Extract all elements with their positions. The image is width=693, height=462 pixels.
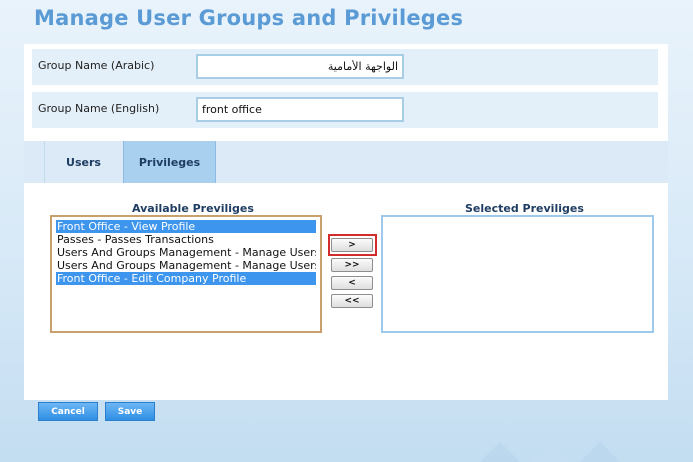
add-all-button[interactable]: >> bbox=[331, 258, 373, 272]
remove-all-button[interactable]: << bbox=[331, 294, 373, 308]
tab-users[interactable]: Users bbox=[44, 141, 122, 183]
tab-bar: Users Privileges bbox=[24, 141, 668, 183]
arabic-name-row: Group Name (Arabic) bbox=[32, 49, 658, 85]
arabic-name-label: Group Name (Arabic) bbox=[38, 59, 155, 72]
remove-button[interactable]: < bbox=[331, 276, 373, 290]
background-arrows-icon bbox=[480, 442, 620, 462]
list-item[interactable]: Front Office - Edit Company Profile bbox=[56, 272, 316, 285]
list-item[interactable]: Users And Groups Management - Manage Use… bbox=[56, 246, 316, 259]
list-item[interactable]: Front Office - View Profile bbox=[56, 220, 316, 233]
main-panel: Group Name (Arabic) Group Name (English)… bbox=[24, 44, 668, 400]
list-item[interactable]: Users And Groups Management - Manage Use… bbox=[56, 259, 316, 272]
page-title: Manage User Groups and Privileges bbox=[34, 6, 464, 30]
english-name-row: Group Name (English) bbox=[32, 92, 658, 128]
available-privileges-list[interactable]: Front Office - View Profile Passes - Pas… bbox=[50, 215, 322, 333]
english-name-field[interactable] bbox=[196, 97, 404, 122]
arabic-name-field[interactable] bbox=[196, 54, 404, 79]
english-name-label: Group Name (English) bbox=[38, 102, 160, 115]
tab-privileges[interactable]: Privileges bbox=[123, 141, 216, 183]
selected-privileges-list[interactable] bbox=[381, 215, 654, 333]
save-button[interactable]: Save bbox=[105, 402, 155, 421]
add-button[interactable]: > bbox=[331, 238, 373, 252]
available-title: Available Previliges bbox=[132, 202, 254, 215]
selected-title: Selected Previliges bbox=[465, 202, 584, 215]
list-item[interactable]: Passes - Passes Transactions bbox=[56, 233, 316, 246]
cancel-button[interactable]: Cancel bbox=[38, 402, 98, 421]
